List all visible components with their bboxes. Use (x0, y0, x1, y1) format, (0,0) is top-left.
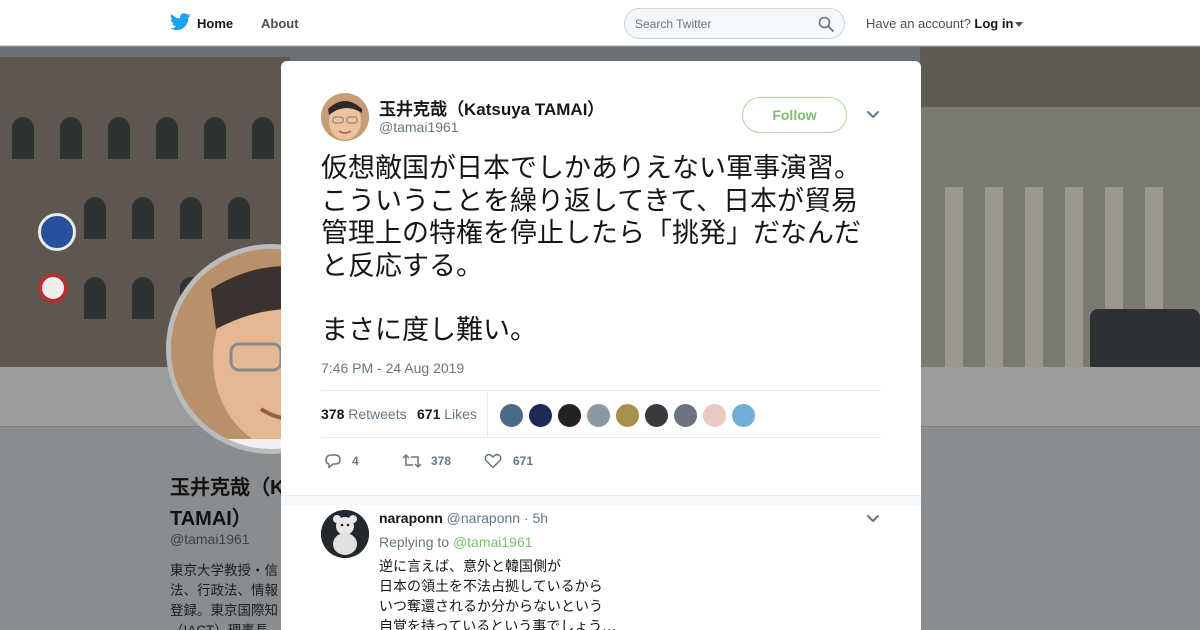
replies-separator (281, 495, 921, 505)
search-icon[interactable] (818, 16, 834, 32)
liker-avatar[interactable] (644, 403, 669, 428)
bio-line: 東京大学教授・信 (170, 563, 278, 578)
have-account-text: Have an account? (866, 16, 971, 31)
liker-avatar[interactable] (615, 403, 640, 428)
banner-car (1090, 309, 1200, 367)
profile-bio: 東京大学教授・信 法、行政法、情報 登録。東京国際知 （IACT）理事長 (170, 561, 282, 630)
liker-avatar[interactable] (499, 403, 524, 428)
profile-name: 玉井克哉（K (170, 477, 285, 499)
bio-line: 法、行政法、情報 (170, 583, 278, 598)
reply-author-name[interactable]: naraponn (379, 510, 443, 526)
reply-count: 4 (352, 454, 359, 468)
liker-avatar[interactable] (731, 403, 756, 428)
likes-count: 671 (417, 406, 441, 422)
liker-avatar[interactable] (557, 403, 582, 428)
liker-avatar[interactable] (586, 403, 611, 428)
tweet-timestamp[interactable]: 7:46 PM - 24 Aug 2019 (321, 360, 464, 376)
reply-icon (325, 454, 341, 469)
reply-time[interactable]: · 5h (524, 510, 548, 526)
replying-to-handle[interactable]: @tamai1961 (453, 534, 533, 550)
likes-label: Likes (444, 406, 477, 422)
author-avatar-image (321, 93, 369, 141)
profile-name-continued: TAMAI） (170, 508, 252, 530)
like-button[interactable]: 671 (483, 451, 553, 471)
twitter-bird-icon[interactable] (170, 13, 191, 31)
chevron-down-icon[interactable] (866, 110, 880, 120)
liker-avatar[interactable] (528, 403, 553, 428)
reply-author-handle[interactable]: @naraponn (447, 510, 520, 526)
like-count: 671 (513, 454, 534, 468)
tweet-actions: 4 378 671 (321, 449, 881, 473)
reply-text-line: いつ奪還されるか分からないという (379, 599, 603, 615)
retweet-button[interactable]: 378 (401, 451, 471, 471)
liker-avatar[interactable] (702, 403, 727, 428)
retweets-stat[interactable]: 378 Retweets (321, 406, 407, 422)
tweet-modal: 玉井克哉（Katsuya TAMAI） @tamai1961 Follow 仮想… (281, 61, 921, 630)
bio-line: （IACT）理事長 (170, 621, 282, 630)
reply-author-avatar[interactable] (321, 510, 369, 558)
retweet-count: 378 (431, 454, 452, 468)
author-name[interactable]: 玉井克哉（Katsuya TAMAI） (379, 95, 604, 120)
reply-text: 逆に言えば、意外と韓国側が 日本の領土を不法占拠しているから いつ奪還されるか分… (379, 557, 616, 630)
reply-text-line: 逆に言えば、意外と韓国側が (379, 559, 561, 575)
stats-divider (487, 391, 488, 438)
reply-button[interactable]: 4 (323, 451, 373, 471)
reply-avatar-image (321, 510, 369, 558)
nav-home-link[interactable]: Home (197, 16, 233, 31)
caret-down-icon (1015, 22, 1024, 28)
login-link[interactable]: Log in (974, 16, 1013, 31)
follow-button[interactable]: Follow (742, 97, 847, 133)
search-input[interactable] (635, 15, 805, 33)
reply-author[interactable]: naraponn @naraponn · 5h (379, 510, 548, 526)
tweet-text: 仮想敵国が日本でしかありえない軍事演習。こういうことを繰り返してきて、日本が貿易… (321, 153, 885, 348)
liker-avatar[interactable] (673, 403, 698, 428)
tweet-text-paragraph: 仮想敵国が日本でしかありえない軍事演習。こういうことを繰り返してきて、日本が貿易… (321, 153, 861, 282)
retweet-icon (402, 453, 422, 469)
author-handle[interactable]: @tamai1961 (379, 119, 459, 135)
bio-line: 登録。東京国際知 (170, 603, 278, 618)
heart-icon (484, 453, 502, 469)
nav-about-link[interactable]: About (261, 16, 299, 31)
reply-text-line: 日本の領土を不法占拠しているから (379, 579, 603, 595)
search-box (624, 8, 845, 39)
tweet-text-paragraph: まさに度し難い。 (321, 315, 537, 346)
tweet-stats: 378 Retweets 671 Likes (321, 390, 881, 438)
replying-to: Replying to @tamai1961 (379, 534, 533, 550)
bicycle-sign-icon (38, 213, 76, 251)
profile-handle[interactable]: @tamai1961 (170, 531, 250, 547)
retweets-label: Retweets (348, 406, 407, 422)
reply-text-line: 自覚を持っているという事でしょう… (379, 619, 617, 630)
top-navigation-bar: Home About Have an account? Log in (0, 0, 1200, 46)
close-icon[interactable] (1154, 12, 1180, 38)
account-menu[interactable]: Have an account? Log in (866, 16, 1024, 31)
chevron-down-icon[interactable] (866, 514, 880, 524)
author-avatar[interactable] (321, 93, 369, 141)
replying-to-label: Replying to (379, 534, 450, 550)
likes-stat[interactable]: 671 Likes (417, 406, 477, 422)
retweets-count: 378 (321, 406, 345, 422)
speed-sign-icon (38, 273, 68, 303)
